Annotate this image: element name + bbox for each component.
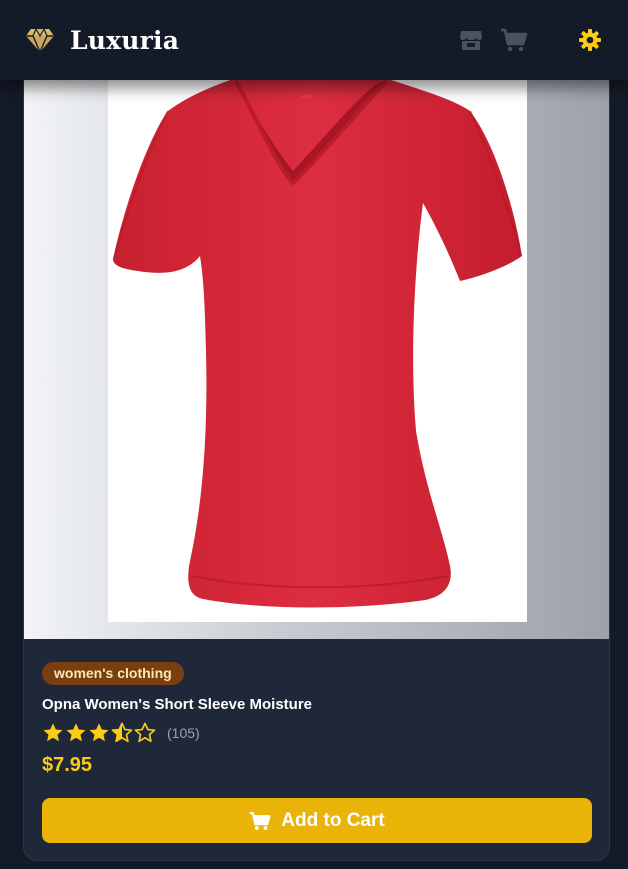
- product-title[interactable]: Opna Women's Short Sleeve Moisture: [42, 695, 592, 715]
- add-to-cart-label: Add to Cart: [281, 809, 385, 831]
- rating-stars: [42, 722, 157, 744]
- cart-icon[interactable]: [500, 27, 528, 53]
- star-half-icon: [111, 722, 133, 744]
- star-full-icon: [88, 722, 110, 744]
- brand-name: Luxuria: [70, 25, 180, 55]
- diamond-icon: [25, 27, 55, 54]
- rating: (105): [42, 722, 592, 744]
- store-icon[interactable]: [458, 27, 484, 53]
- brand[interactable]: Luxuria: [25, 26, 179, 55]
- cart-icon: [249, 811, 271, 831]
- nav-icons: [458, 27, 604, 53]
- product-info: women's clothing Opna Women's Short Slee…: [42, 662, 592, 777]
- top-navbar: Luxuria: [0, 0, 628, 80]
- star-full-icon: [42, 722, 64, 744]
- product-image-area[interactable]: [24, 59, 609, 639]
- product-image: [108, 71, 527, 622]
- add-to-cart-button[interactable]: Add to Cart: [42, 798, 592, 843]
- product-card: women's clothing Opna Women's Short Slee…: [23, 58, 610, 861]
- star-full-icon: [65, 722, 87, 744]
- star-empty-icon: [134, 722, 156, 744]
- settings-icon[interactable]: [578, 28, 602, 52]
- category-badge[interactable]: women's clothing: [42, 662, 184, 685]
- rating-count: (105): [167, 725, 200, 741]
- price: $7.95: [42, 754, 93, 776]
